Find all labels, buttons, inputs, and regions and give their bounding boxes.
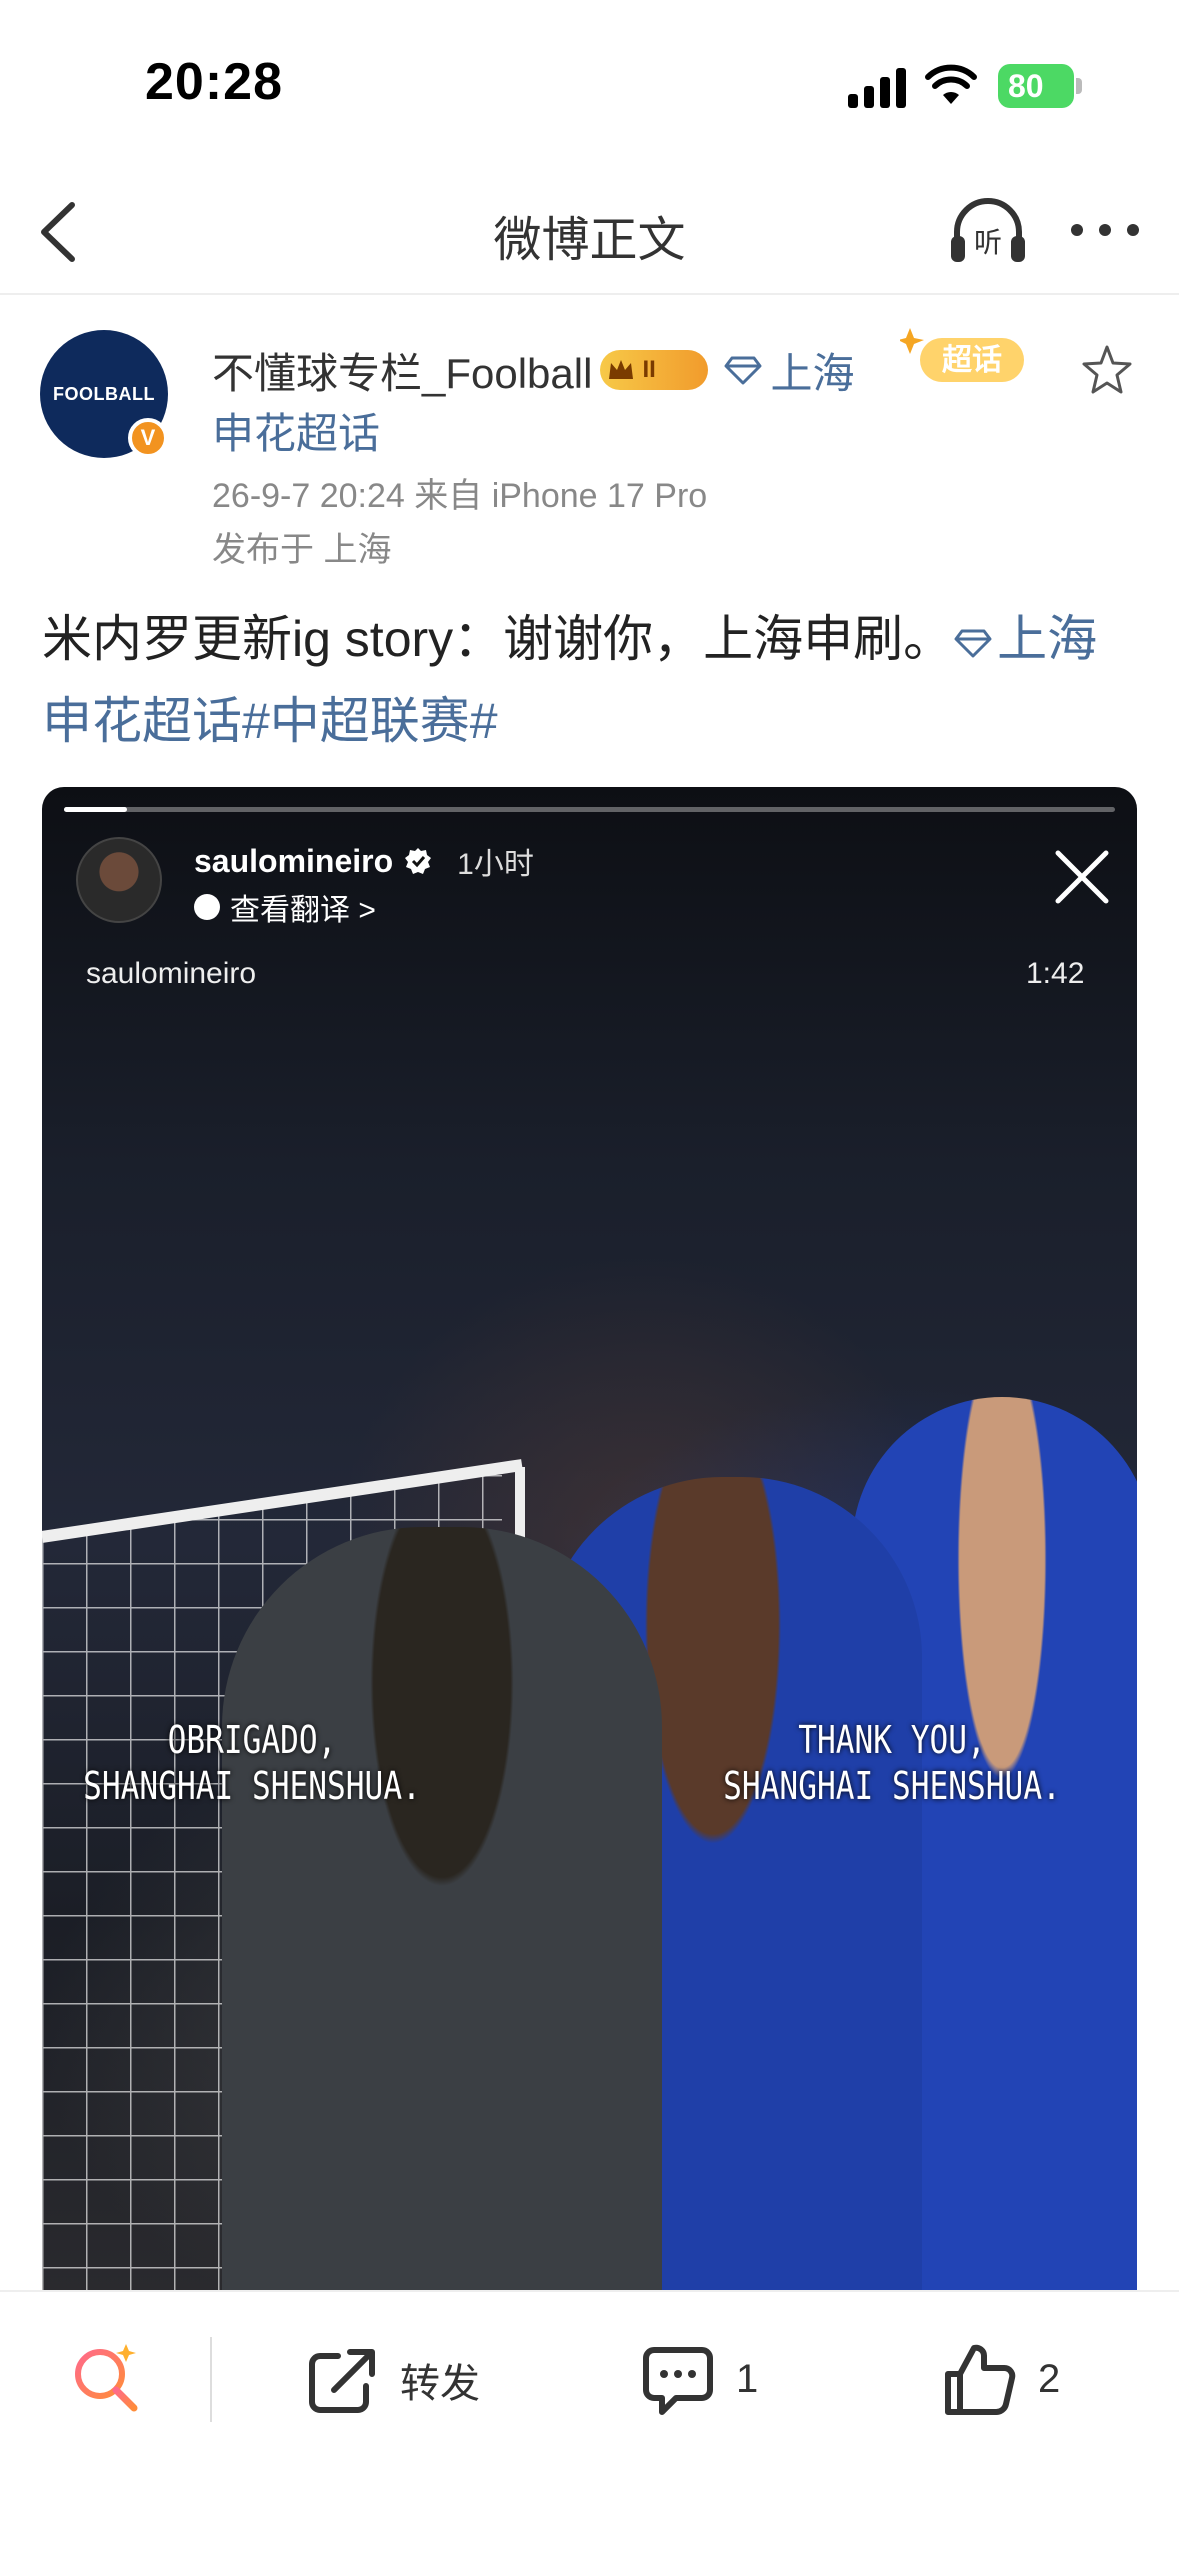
supertopic-badge[interactable]: 超话 [900,320,1040,390]
post-time-source: 26-9-7 20:24 来自 iPhone 17 Pro [212,477,708,515]
hashtag-link[interactable]: #中超联赛# [242,693,498,749]
comment-icon [643,2346,713,2415]
location-label: 上海 [770,349,855,397]
verified-check-icon [405,848,432,874]
repost-label: 转发 [400,2361,480,2406]
topic-link[interactable]: 申花超话 [212,400,380,461]
thumbs-up-icon [945,2344,1016,2415]
status-bar: 20:28 80 [0,0,1179,170]
svg-text:听: 听 [974,226,1002,259]
player-figure [222,1527,662,2297]
story-progress-fill [64,807,128,812]
diamond-icon [724,356,762,385]
caption-left: OBRIGADO, SHANGHAI SHENSHUA. [83,1718,421,1808]
author-name[interactable]: 不懂球专栏_Foolball [212,340,592,401]
story-username: saulomineiro [194,842,394,879]
cellular-signal-icon [848,68,906,108]
status-time: 20:28 [145,53,283,111]
star-icon[interactable] [1080,343,1134,397]
translate-label: 查看翻译 > [230,894,376,927]
story-avatar [76,837,162,923]
bottom-action-bar: 转发 1 2 [0,2290,1179,2556]
battery-level: 80 [1008,67,1044,104]
translate-icon [194,894,220,920]
location-link[interactable]: 上海 [724,340,854,401]
nav-bar: 微博正文 听 [0,170,1179,295]
video-duration: 1:42 [1026,957,1085,990]
story-progress-bar [64,807,1115,812]
comment-count: 1 [736,2357,759,2401]
comment-button[interactable]: 1 [638,2332,758,2427]
post-text: 米内罗更新ig story：谢谢你，上海申刷。 [42,611,954,667]
listen-headphones-icon[interactable]: 听 [945,192,1031,272]
story-translate: 查看翻译 > [194,885,376,929]
author-line: 不懂球专栏_Foolball II 上海 [212,340,854,400]
battery-cap [1076,78,1082,94]
post-body: 米内罗更新ig story：谢谢你，上海申刷。 上海申花超话#中超联赛# [42,598,1142,762]
published-location: 发布于 上海 [212,531,392,569]
verified-badge-icon: V [128,418,168,458]
more-options-icon[interactable] [1065,205,1145,255]
divider [210,2337,212,2422]
crown-icon [609,360,634,379]
like-count: 2 [1038,2357,1061,2401]
search-icon[interactable] [68,2340,144,2416]
supertopic-label: 超话 [942,343,1002,378]
like-button[interactable]: 2 [940,2332,1060,2427]
member-level: II [642,356,656,383]
story-time: 1小时 [457,848,534,881]
video-username: saulomineiro [86,957,257,990]
diamond-icon [954,629,992,658]
member-level-badge[interactable]: II [600,350,709,390]
battery-indicator: 80 [998,64,1074,108]
post-image[interactable]: saulomineiro 1小时 查看翻译 > saulomineiro 1:4… [42,787,1137,2297]
close-icon [1055,850,1109,904]
caption-right: THANK YOU, SHANGHAI SHENSHUA. [723,1718,1061,1808]
avatar-logo-text: FOOLBALL [53,383,155,404]
share-icon [309,2348,375,2413]
verify-mark: V [140,425,156,450]
repost-button[interactable]: 转发 [302,2332,480,2427]
story-header: saulomineiro 1小时 [194,839,534,883]
wifi-icon [925,64,977,104]
